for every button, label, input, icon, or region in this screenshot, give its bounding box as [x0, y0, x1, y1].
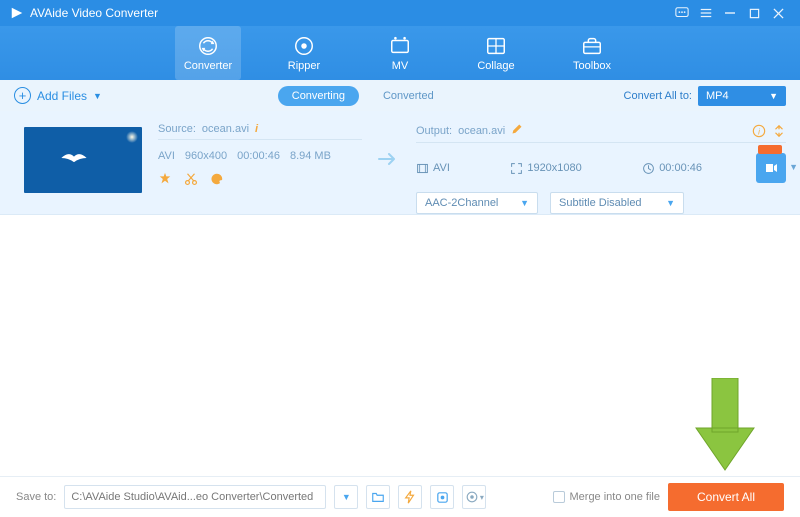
chevron-down-icon: ▼ — [769, 91, 778, 101]
ripper-icon — [293, 35, 315, 57]
nav-label: Ripper — [288, 60, 320, 72]
nav-label: Toolbox — [573, 60, 611, 72]
format-value: MP4 — [706, 90, 729, 102]
add-files-label: Add Files — [37, 89, 87, 103]
output-resolution: 1920x1080 — [527, 162, 581, 174]
output-panel: Output: ocean.avi i AVI 1920x1080 00:00:… — [414, 123, 786, 214]
output-label: Output: — [416, 125, 452, 137]
checkbox-icon — [553, 491, 565, 503]
save-path-input[interactable]: C:\AVAide Studio\AVAid...eo Converter\Co… — [64, 485, 326, 509]
boost-button[interactable] — [398, 485, 422, 509]
tab-converted[interactable]: Converted — [369, 86, 448, 106]
nav-label: Converter — [184, 60, 232, 72]
palette-icon[interactable] — [210, 172, 224, 186]
arrow-right-icon — [378, 153, 398, 165]
chevron-down-icon: ▼ — [520, 198, 529, 208]
window-minimize[interactable] — [718, 1, 742, 25]
source-size: 8.94 MB — [290, 150, 331, 162]
subtitle-select[interactable]: Subtitle Disabled ▼ — [550, 192, 684, 214]
app-logo-icon — [10, 6, 24, 20]
output-filename: ocean.avi — [458, 125, 505, 137]
tool-row: + Add Files ▼ Converting Converted Conve… — [0, 80, 800, 111]
source-resolution: 960x400 — [185, 150, 227, 162]
audio-select[interactable]: AAC-2Channel ▼ — [416, 192, 538, 214]
convert-all-to: Convert All to: MP4 ▼ — [624, 86, 786, 106]
chevron-down-icon[interactable]: ▼ — [789, 162, 798, 172]
guide-arrow-icon — [692, 378, 758, 474]
film-icon — [416, 162, 429, 175]
nav-toolbox[interactable]: Toolbox — [559, 26, 625, 80]
collage-icon — [485, 35, 507, 57]
plus-icon: + — [14, 87, 31, 104]
gpu-button[interactable] — [430, 485, 454, 509]
output-profile-button[interactable]: ▼ — [756, 153, 786, 183]
settings-button[interactable]: ▾ — [462, 485, 486, 509]
compress-icon[interactable] — [772, 124, 786, 138]
output-duration: 00:00:46 — [659, 162, 702, 174]
merge-label: Merge into one file — [570, 491, 661, 503]
video-thumbnail[interactable] — [24, 127, 142, 193]
badge-icon — [758, 145, 782, 154]
info-icon[interactable]: i — [255, 123, 258, 135]
app-title: AVAide Video Converter — [30, 6, 670, 20]
subtitle-value: Subtitle Disabled — [559, 197, 642, 209]
file-item: Source: ocean.avi i AVI 960x400 00:00:46… — [0, 111, 800, 215]
title-bar: AVAide Video Converter — [0, 0, 800, 26]
audio-value: AAC-2Channel — [425, 197, 498, 209]
pencil-icon[interactable] — [511, 123, 523, 138]
mv-icon — [389, 35, 411, 57]
converter-icon — [197, 35, 219, 57]
window-close[interactable] — [766, 1, 790, 25]
open-folder-button[interactable] — [366, 485, 390, 509]
source-filename: ocean.avi — [202, 123, 249, 135]
nav-converter[interactable]: Converter — [175, 26, 241, 80]
nav-label: Collage — [477, 60, 514, 72]
output-format: AVI — [433, 162, 450, 174]
output-format-select[interactable]: MP4 ▼ — [698, 86, 786, 106]
nav-label: MV — [392, 60, 409, 72]
expand-icon — [510, 162, 523, 175]
window-maximize[interactable] — [742, 1, 766, 25]
main-nav: Converter Ripper MV Collage Toolbox — [0, 26, 800, 80]
source-format: AVI — [158, 150, 175, 162]
footer-bar: Save to: C:\AVAide Studio\AVAid...eo Con… — [0, 476, 800, 517]
add-files-button[interactable]: + Add Files ▼ — [14, 87, 102, 104]
svg-text:i: i — [758, 127, 760, 136]
source-duration: 00:00:46 — [237, 150, 280, 162]
menu-icon[interactable] — [694, 1, 718, 25]
chat-icon[interactable] — [670, 1, 694, 25]
toolbox-icon — [581, 35, 603, 57]
save-to-label: Save to: — [16, 491, 56, 503]
clock-icon — [642, 162, 655, 175]
info-circle-icon[interactable]: i — [752, 124, 766, 138]
nav-mv[interactable]: MV — [367, 26, 433, 80]
source-label: Source: — [158, 123, 196, 135]
chevron-down-icon: ▼ — [93, 91, 102, 101]
tab-converting[interactable]: Converting — [278, 86, 359, 106]
chevron-down-icon: ▼ — [666, 198, 675, 208]
path-dropdown[interactable]: ▼ — [334, 485, 358, 509]
source-panel: Source: ocean.avi i AVI 960x400 00:00:46… — [158, 123, 362, 186]
nav-collage[interactable]: Collage — [463, 26, 529, 80]
convert-all-button[interactable]: Convert All — [668, 483, 784, 511]
cut-icon[interactable] — [184, 172, 198, 186]
convert-all-to-label: Convert All to: — [624, 90, 692, 102]
merge-checkbox[interactable]: Merge into one file — [553, 491, 661, 503]
nav-ripper[interactable]: Ripper — [271, 26, 337, 80]
wand-icon[interactable] — [158, 172, 172, 186]
